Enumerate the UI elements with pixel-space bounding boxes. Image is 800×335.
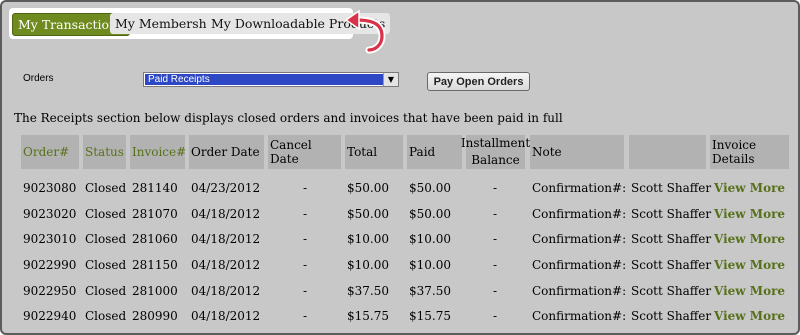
orders-filter-select[interactable]: Paid Receipts ▼ [143,72,399,87]
cell-order-date: 04/18/2012 [191,207,261,221]
cell-installment: - [493,258,498,272]
cell-status: Closed [85,258,127,272]
cell-note: Confirmation#: [532,284,627,298]
cell-status: Closed [85,181,127,195]
cell-name: Scott Shaffer [631,181,712,195]
cell-cancel-date: - [303,207,308,221]
cell-order-date: 04/18/2012 [191,309,261,323]
view-more-link[interactable]: View More [714,232,785,246]
cell-invoice: 281150 [132,258,178,272]
cell-order: 9022940 [23,309,77,323]
header-invoice-details: Invoice Details [710,135,789,169]
cell-installment: - [493,207,498,221]
cell-order-date: 04/18/2012 [191,232,261,246]
header-note: Note [530,135,624,169]
cell-name: Scott Shaffer [631,207,712,221]
cell-name: Scott Shaffer [631,309,712,323]
header-paid: Paid [407,135,462,169]
cell-name: Scott Shaffer [631,232,712,246]
cell-status: Closed [85,284,127,298]
cell-name: Scott Shaffer [631,258,712,272]
header-order-date: Order Date [189,135,264,169]
cell-order-date: 04/18/2012 [191,258,261,272]
cell-status: Closed [85,232,127,246]
pay-open-orders-button[interactable]: Pay Open Orders [427,72,530,91]
cell-invoice: 280990 [132,309,178,323]
view-more-link[interactable]: View More [714,258,785,272]
cell-paid: $10.00 [409,258,451,272]
cell-paid: $50.00 [409,207,451,221]
cell-total: $10.00 [347,232,389,246]
cell-paid: $50.00 [409,181,451,195]
cell-status: Closed [85,309,127,323]
cell-note: Confirmation#: [532,232,627,246]
cell-installment: - [493,284,498,298]
cell-order: 9023080 [23,181,77,195]
cell-invoice: 281060 [132,232,178,246]
view-more-link[interactable]: View More [714,284,785,298]
view-more-link[interactable]: View More [714,181,785,195]
header-status: Status [83,135,126,169]
view-more-link[interactable]: View More [714,309,785,323]
cell-paid: $15.75 [409,309,451,323]
cell-paid: $37.50 [409,284,451,298]
cell-order: 9022950 [23,284,77,298]
cell-status: Closed [85,207,127,221]
cell-order-date: 04/18/2012 [191,284,261,298]
view-more-link[interactable]: View More [714,207,785,221]
cell-installment: - [493,309,498,323]
cell-cancel-date: - [303,284,308,298]
cell-note: Confirmation#: [532,258,627,272]
header-installment-balance: Installment Balance [461,135,530,169]
cell-invoice: 281070 [132,207,178,221]
header-order: Order# [21,135,79,169]
header-installment-line2: Balance [471,153,520,167]
cell-total: $50.00 [347,181,389,195]
cell-total: $37.50 [347,284,389,298]
cell-total: $10.00 [347,258,389,272]
cell-order: 9023010 [23,232,77,246]
cell-note: Confirmation#: [532,309,627,323]
receipts-description: The Receipts section below displays clos… [14,111,563,125]
cell-installment: - [493,232,498,246]
cell-cancel-date: - [303,232,308,246]
cell-total: $15.75 [347,309,389,323]
header-installment-line1: Installment [460,136,531,150]
cell-installment: - [493,181,498,195]
cell-note: Confirmation#: [532,207,627,221]
cell-note: Confirmation#: [532,181,627,195]
cell-paid: $10.00 [409,232,451,246]
cell-order-date: 04/23/2012 [191,181,261,195]
curved-arrow-icon [344,9,386,54]
cell-total: $50.00 [347,207,389,221]
header-cancel-date: Cancel Date [268,135,341,169]
cell-order: 9022990 [23,258,77,272]
orders-label: Orders [23,73,54,84]
tab-bar: My Transactions My Memberships My Downlo… [9,8,391,39]
cell-cancel-date: - [303,181,308,195]
header-invoice: Invoice# [130,135,186,169]
cell-cancel-date: - [303,309,308,323]
cell-name: Scott Shaffer [631,284,712,298]
header-blank [629,135,706,169]
cell-cancel-date: - [303,258,308,272]
cell-order: 9023020 [23,207,77,221]
transactions-panel: My Transactions My Memberships My Downlo… [0,0,800,335]
chevron-down-icon[interactable]: ▼ [383,73,398,86]
cell-invoice: 281000 [132,284,178,298]
header-total: Total [345,135,403,169]
cell-invoice: 281140 [132,181,178,195]
selected-option: Paid Receipts [145,74,383,85]
